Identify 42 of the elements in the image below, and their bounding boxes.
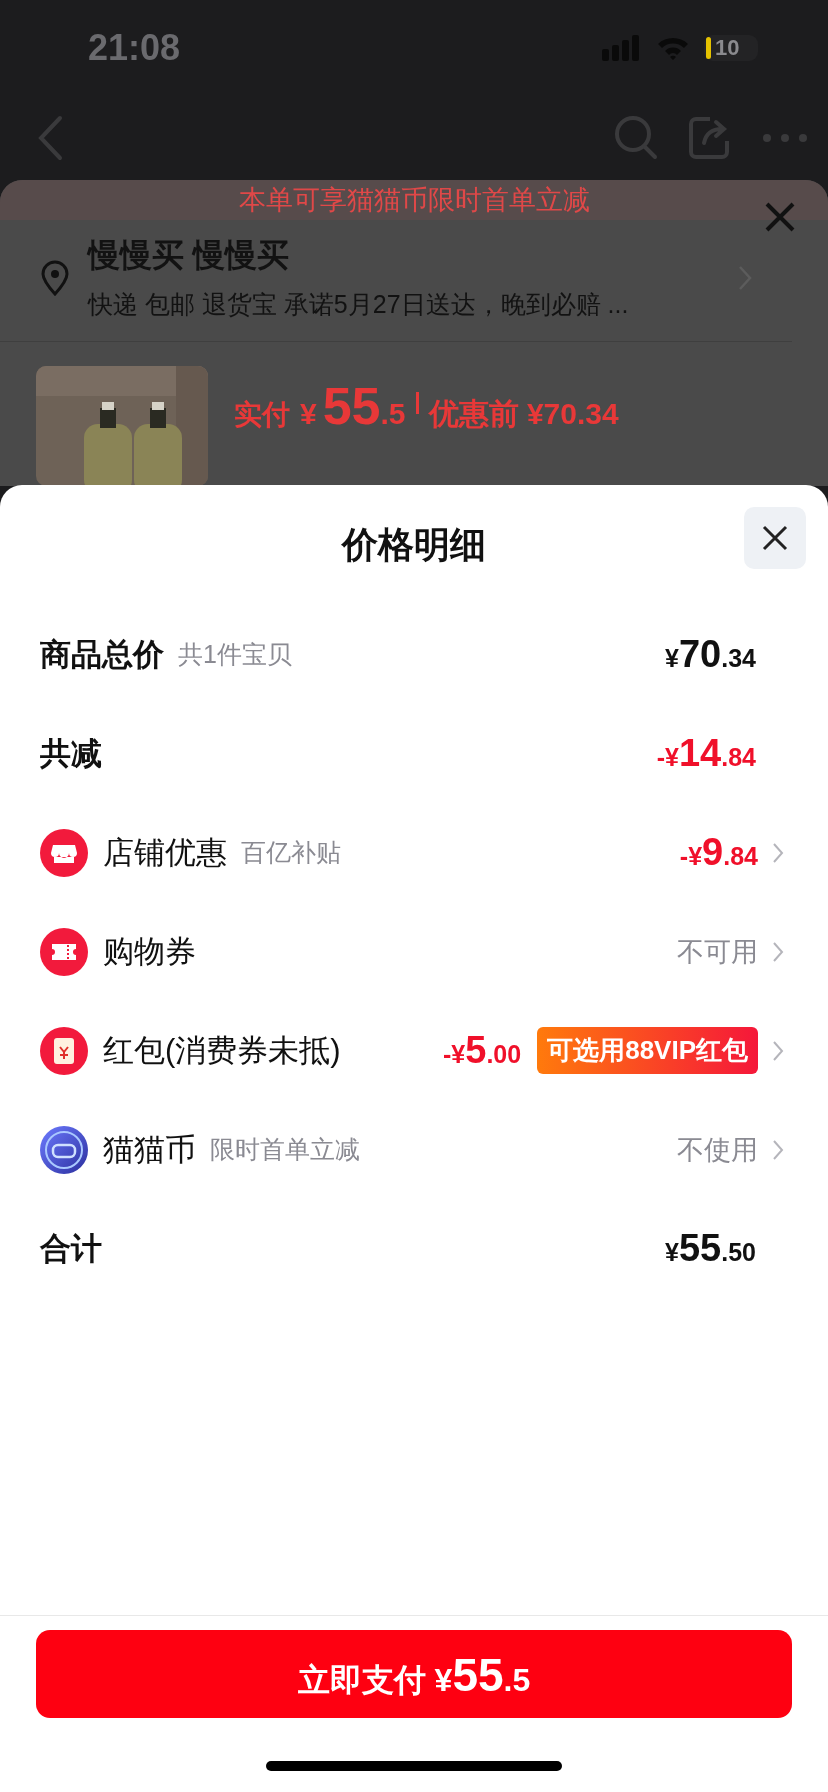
chevron-right-icon[interactable] (772, 940, 784, 963)
status-time: 21:08 (88, 27, 181, 69)
location-pin-icon (40, 259, 70, 296)
row-label: 共减 (40, 734, 102, 773)
pay-button[interactable]: 立即支付 ¥55.5 (36, 1630, 792, 1718)
delivery-info: 快递 包邮 退货宝 承诺5月27日送达，晚到必赔 ... (88, 289, 630, 320)
row-label: 红包(消费券未抵) (103, 1031, 341, 1070)
battery-icon: 10 (704, 35, 758, 61)
close-button[interactable] (744, 507, 806, 569)
amount: ¥55.50 (665, 1227, 756, 1270)
coin-icon (40, 1125, 88, 1174)
paid-price: ¥55.5 (300, 376, 406, 436)
chevron-right-icon[interactable] (772, 841, 784, 864)
amount: ¥70.34 (665, 633, 756, 676)
paid-label: 实付 (234, 398, 290, 432)
amount: -¥5.00 (443, 1029, 522, 1072)
amount: -¥14.84 (656, 732, 756, 775)
row-note: 共1件宝贝 (178, 639, 292, 670)
vip-coupon-tag[interactable]: 可选用88VIP红包 (537, 1027, 758, 1074)
share-icon[interactable] (688, 115, 732, 161)
sheet-title: 价格明细 (342, 522, 486, 567)
row-status: 不可用 (677, 935, 758, 969)
row-label: 店铺优惠 (103, 833, 227, 872)
row-label: 购物券 (103, 932, 196, 971)
chevron-right-icon[interactable] (772, 1138, 784, 1161)
chevron-right-icon[interactable] (772, 1039, 784, 1062)
row-note: 限时首单立减 (210, 1134, 360, 1165)
store-icon (40, 828, 88, 877)
search-icon[interactable] (614, 115, 658, 161)
close-icon[interactable] (762, 525, 788, 551)
row-label: 猫猫币 (103, 1130, 196, 1169)
address-name: 慢慢买 慢慢买 (88, 236, 290, 275)
row-label: 商品总价 (40, 635, 164, 674)
more-icon[interactable] (762, 133, 808, 143)
row-note: 百亿补贴 (241, 837, 341, 868)
ticket-icon (40, 927, 88, 976)
row-label: 合计 (40, 1229, 102, 1268)
original-price: 优惠前 ¥70.34 (428, 396, 619, 432)
promo-text: 本单可享猫猫币限时首单立减 (238, 184, 590, 217)
row-status: 不使用 (677, 1133, 758, 1167)
envelope-icon (40, 1026, 88, 1075)
amount: -¥9.84 (679, 831, 758, 874)
